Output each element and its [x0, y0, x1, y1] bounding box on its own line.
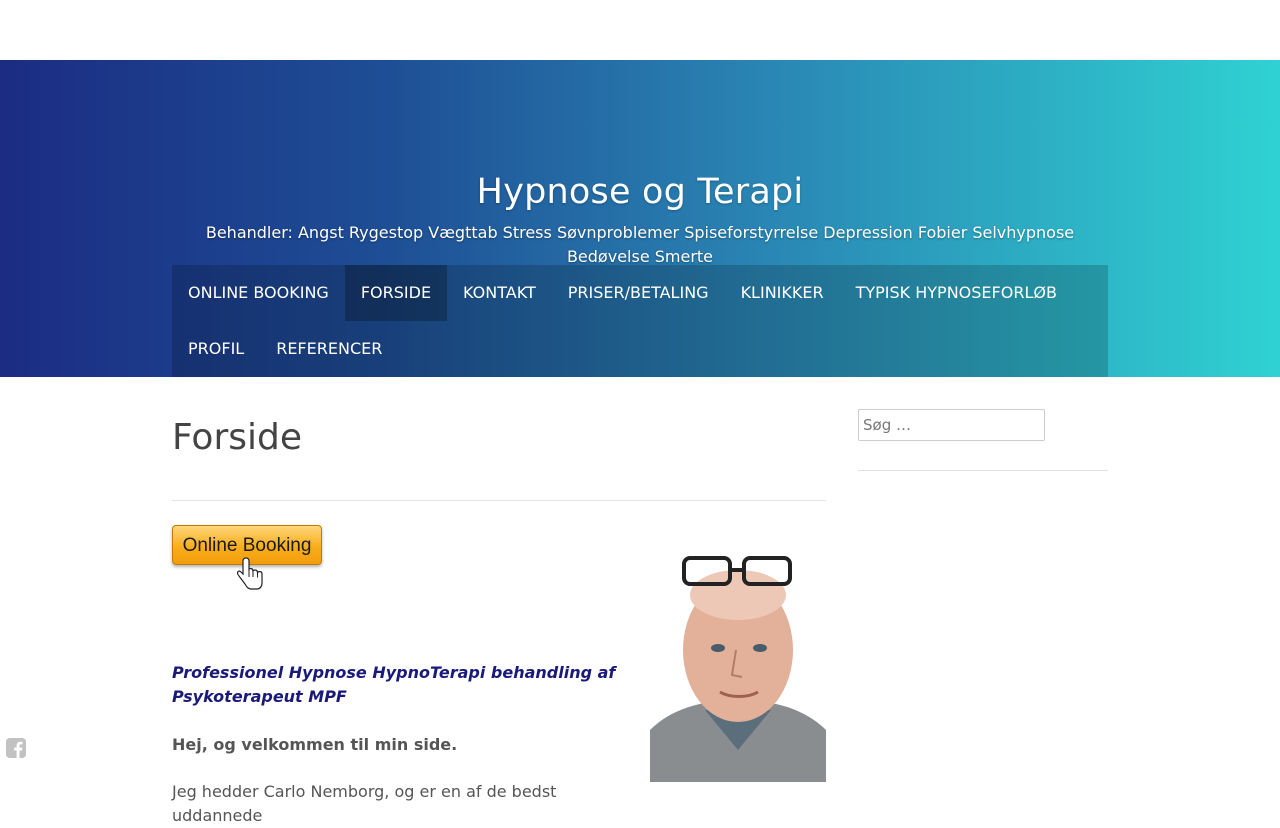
search-input[interactable] — [858, 409, 1045, 441]
title-divider — [172, 500, 826, 501]
site-description: Behandler: Angst Rygestop Vægttab Stress… — [205, 223, 1075, 266]
nav-item-profil[interactable]: PROFIL — [172, 321, 260, 377]
nav-row-2: PROFIL REFERENCER — [172, 321, 1108, 377]
hand-pointer-icon — [236, 557, 263, 590]
nav-item-typisk-hypnoseforloeb[interactable]: TYPISK HYPNOSEFORLØB — [840, 265, 1073, 321]
portrait-photo — [650, 550, 826, 782]
site-header: Hypnose og Terapi Behandler: Angst Ryges… — [0, 60, 1280, 377]
body-text: Jeg hedder Carlo Nemborg, og er en af de… — [172, 782, 557, 825]
site-title[interactable]: Hypnose og Terapi — [0, 172, 1280, 212]
top-bar — [0, 0, 1280, 60]
nav-item-forside[interactable]: FORSIDE — [344, 265, 448, 321]
greeting-text: Hej, og velkommen til min side. — [172, 735, 458, 754]
main-navigation: ONLINE BOOKING FORSIDE KONTAKT PRISER/BE… — [172, 265, 1108, 377]
nav-item-referencer[interactable]: REFERENCER — [260, 321, 398, 377]
sidebar-divider — [858, 470, 1108, 471]
nav-item-priser-betaling[interactable]: PRISER/BETALING — [552, 265, 725, 321]
facebook-icon[interactable] — [6, 738, 26, 758]
nav-item-online-booking[interactable]: ONLINE BOOKING — [172, 265, 345, 321]
lead-text: Professionel Hypnose HypnoTerapi behandl… — [172, 663, 616, 706]
page-title: Forside — [172, 417, 303, 458]
nav-item-klinikker[interactable]: KLINIKKER — [725, 265, 840, 321]
nav-row-1: ONLINE BOOKING FORSIDE KONTAKT PRISER/BE… — [172, 265, 1108, 321]
nav-item-kontakt[interactable]: KONTAKT — [447, 265, 552, 321]
